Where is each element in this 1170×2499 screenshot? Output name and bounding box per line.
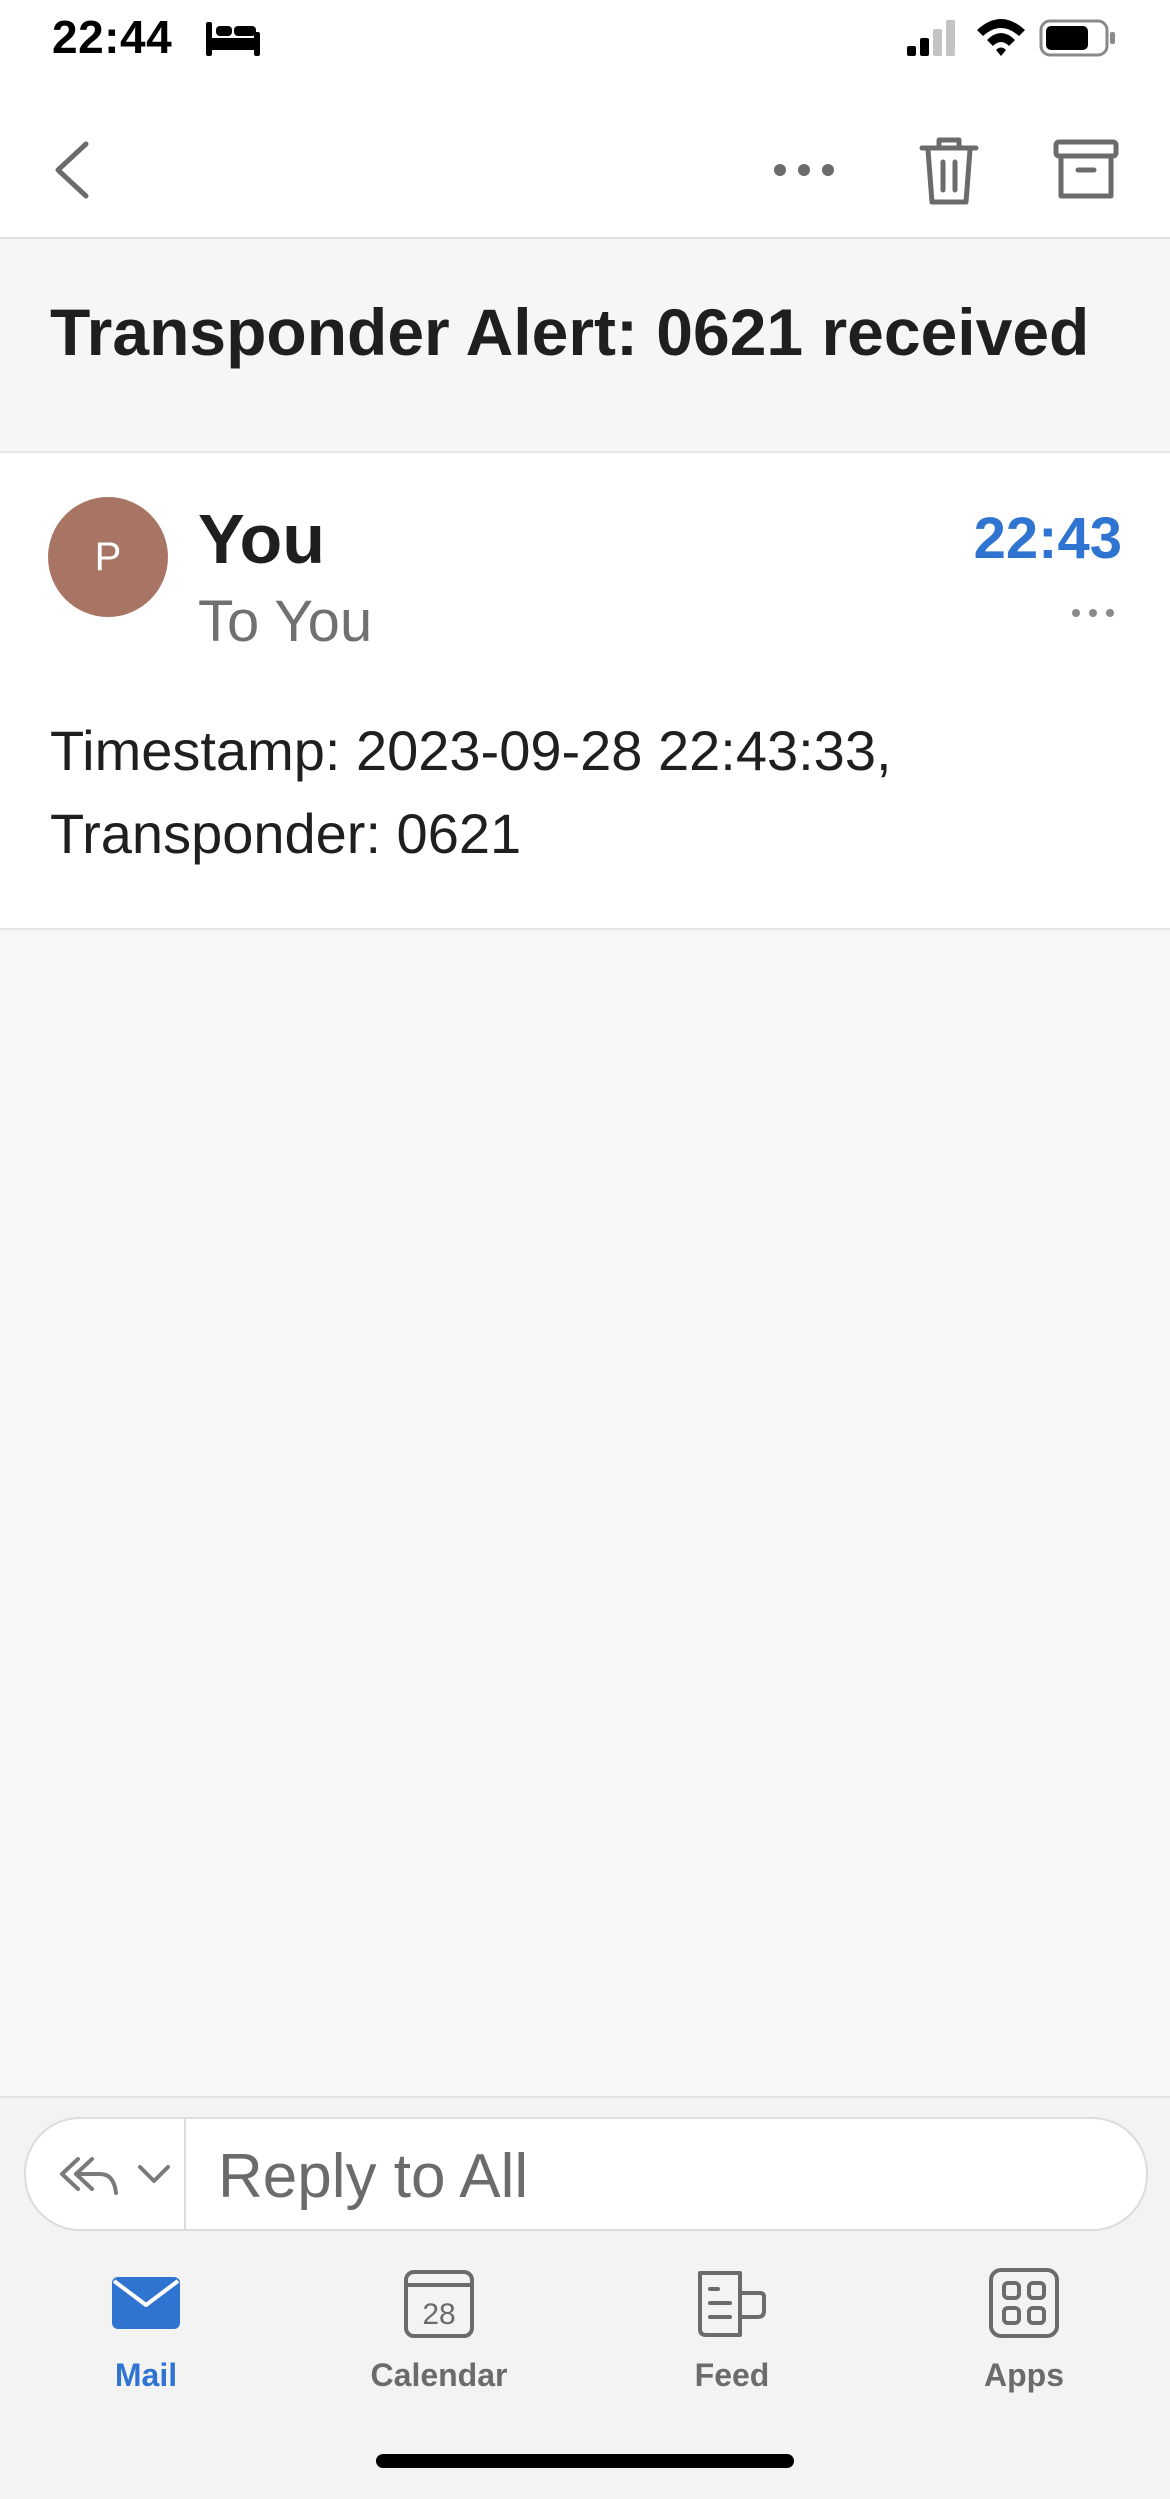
feed-icon	[698, 2271, 766, 2337]
status-bar: 22:44	[0, 0, 1170, 80]
sender-name[interactable]: You	[198, 499, 325, 579]
message-body-line: Transponder: 0621	[50, 802, 522, 865]
message-more-icon[interactable]	[1068, 601, 1118, 625]
bed-icon	[206, 22, 260, 56]
cellular-signal-icon	[907, 20, 955, 56]
calendar-day: 28	[422, 2298, 455, 2331]
archive-icon[interactable]	[1050, 134, 1122, 206]
chevron-down-icon[interactable]	[134, 2157, 174, 2191]
reply-divider	[184, 2119, 186, 2229]
tab-label: Mail	[114, 2357, 178, 2393]
subject-header: Transponder Alert: 0621 received	[0, 239, 1170, 453]
message-toolbar	[0, 80, 1170, 239]
battery-icon	[1039, 19, 1115, 57]
tab-label: Calendar	[370, 2357, 508, 2393]
apps-icon	[989, 2268, 1059, 2338]
trash-icon[interactable]	[912, 130, 986, 210]
message-subject: Transponder Alert: 0621 received	[50, 295, 1090, 369]
message-card: P You To You 22:43 Timestamp: 2023-09-28…	[0, 453, 1170, 930]
tab-calendar[interactable]: 28 Calendar	[339, 2265, 539, 2415]
reply-all-icon[interactable]	[56, 2149, 120, 2199]
home-indicator	[376, 2454, 794, 2468]
tab-feed[interactable]: Feed	[632, 2265, 832, 2415]
calendar-icon: 28	[404, 2270, 474, 2338]
avatar[interactable]: P	[48, 497, 168, 617]
status-time: 22:44	[52, 11, 173, 63]
more-horizontal-icon[interactable]	[764, 140, 844, 200]
message-body-line: Timestamp: 2023-09-28 22:43:33,	[50, 719, 892, 782]
tab-mail[interactable]: Mail	[46, 2265, 246, 2415]
message-body: Timestamp: 2023-09-28 22:43:33, Transpon…	[50, 709, 1110, 875]
mail-icon	[112, 2277, 180, 2329]
reply-input[interactable]: Reply to All	[218, 2141, 528, 2212]
tab-label: Apps	[984, 2357, 1064, 2393]
wifi-icon	[977, 19, 1025, 56]
reply-bar: Reply to All	[24, 2117, 1148, 2231]
tab-label: Feed	[694, 2357, 770, 2393]
chevron-left-icon[interactable]	[40, 130, 110, 210]
tab-apps[interactable]: Apps	[924, 2265, 1124, 2415]
message-time: 22:43	[973, 506, 1122, 571]
recipient-line[interactable]: To You	[198, 588, 372, 655]
